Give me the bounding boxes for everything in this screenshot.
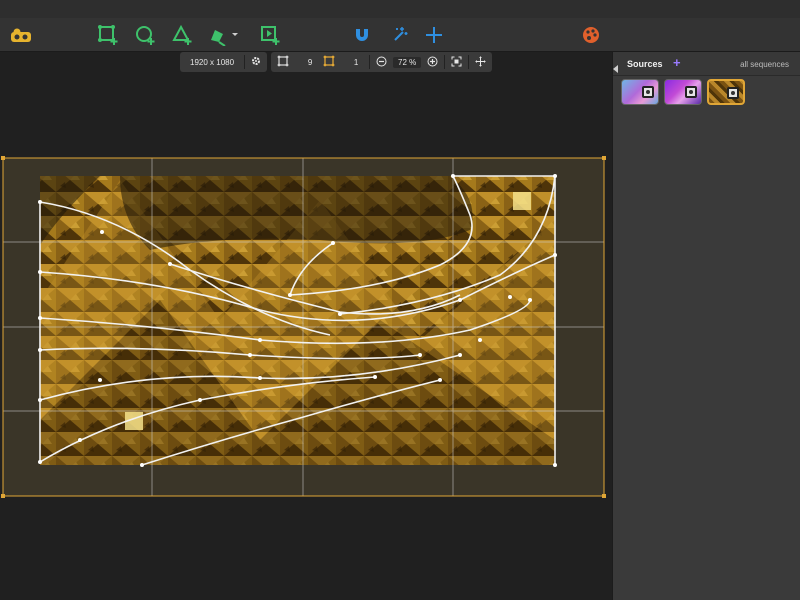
add-circle-icon[interactable] — [133, 23, 157, 47]
zoom-out-icon[interactable] — [376, 56, 387, 69]
divider — [468, 55, 470, 69]
source-thumb-3[interactable] — [707, 79, 745, 105]
add-triangle-icon[interactable] — [170, 23, 194, 47]
fit-to-screen-icon[interactable] — [451, 56, 462, 69]
magic-wand-icon[interactable] — [388, 23, 412, 47]
settings-gear-icon[interactable] — [251, 56, 261, 68]
source-type-icon — [685, 86, 697, 98]
divider — [244, 55, 246, 69]
pen-tool-icon[interactable] — [206, 23, 240, 47]
divider — [369, 55, 371, 69]
grid-columns-icon[interactable] — [277, 55, 289, 69]
logo-icon[interactable] — [9, 23, 33, 47]
divider — [444, 55, 446, 69]
canvas-subtoolbar: 1920 x 1080 9 1 72 % — [180, 52, 493, 72]
palette-icon[interactable] — [579, 23, 603, 47]
canvas-workspace[interactable] — [0, 52, 612, 600]
zoom-value[interactable]: 72 % — [393, 56, 422, 68]
magnet-icon[interactable] — [350, 23, 374, 47]
app-window: 1920 x 1080 9 1 72 % Sources + all seque… — [0, 0, 800, 600]
title-bar — [0, 0, 800, 18]
add-source-button[interactable]: + — [673, 56, 681, 69]
grid-rows-icon[interactable] — [323, 55, 335, 69]
source-thumb-1[interactable] — [621, 79, 659, 105]
main-toolbar — [0, 18, 800, 52]
sequence-filter-dropdown[interactable]: all sequences — [740, 60, 789, 69]
grid-columns-value[interactable]: 9 — [303, 58, 317, 67]
pan-move-icon[interactable] — [475, 56, 486, 69]
add-video-surface-icon[interactable] — [258, 23, 282, 47]
grid-zoom-group: 9 1 72 % — [271, 52, 493, 72]
source-type-icon — [642, 86, 654, 98]
add-quad-icon[interactable] — [96, 23, 120, 47]
sources-title: Sources — [627, 59, 663, 69]
source-thumb-2[interactable] — [664, 79, 702, 105]
resolution-label: 1920 x 1080 — [190, 57, 235, 67]
sources-panel-header: Sources + all sequences — [613, 52, 800, 76]
collapse-arrow-icon[interactable] — [612, 60, 620, 73]
source-type-icon — [727, 87, 739, 99]
canvas[interactable] — [0, 52, 612, 600]
sources-panel: Sources + all sequences — [612, 52, 800, 600]
crosshair-icon[interactable] — [422, 23, 446, 47]
resolution-group: 1920 x 1080 — [180, 52, 268, 72]
grid-rows-value[interactable]: 1 — [349, 58, 363, 67]
zoom-in-icon[interactable] — [427, 56, 438, 69]
